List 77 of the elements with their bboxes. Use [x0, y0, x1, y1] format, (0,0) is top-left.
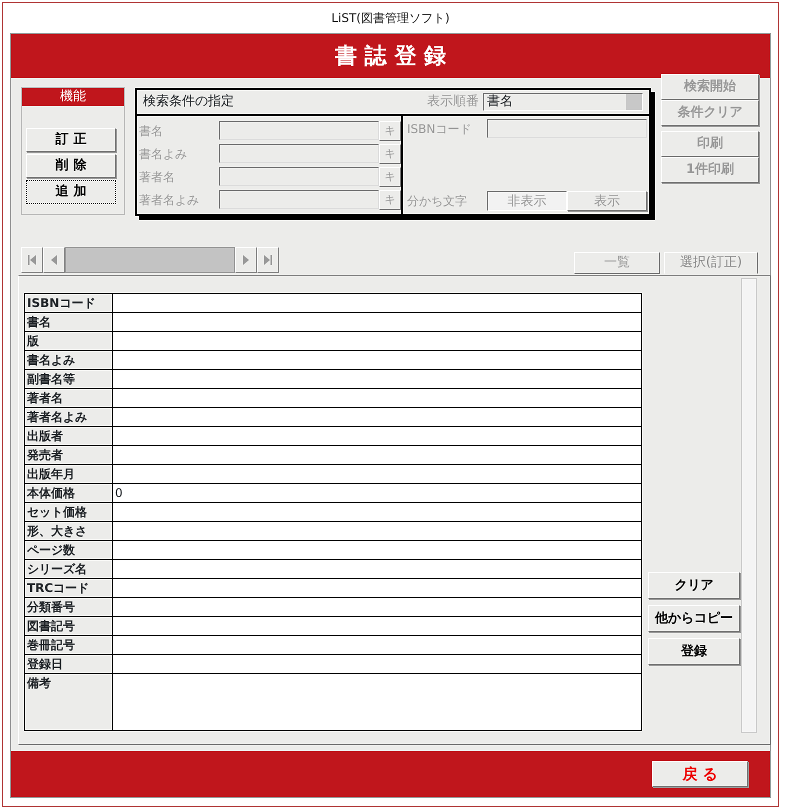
field-label: 本体価格: [24, 484, 112, 502]
action-button[interactable]: 登録: [648, 638, 740, 665]
field-label: 分かち文字: [407, 193, 468, 210]
field-label: 出版者: [24, 426, 112, 446]
field-label: ISBNコード: [407, 120, 472, 138]
window-title: LiST(図書管理ソフト): [330, 10, 451, 27]
first-record-icon: [27, 254, 37, 266]
nav-button[interactable]: [235, 247, 257, 273]
panel-title: 機能: [22, 88, 124, 106]
field-label: 発売者: [24, 446, 112, 464]
field-label: 著者名: [24, 388, 112, 408]
input-field[interactable]: [112, 654, 642, 674]
field-label: 著者名: [139, 168, 176, 186]
input-field[interactable]: [112, 540, 642, 560]
input-field[interactable]: [219, 190, 379, 209]
input-field[interactable]: [112, 560, 642, 578]
input-field[interactable]: [112, 502, 642, 522]
input-field[interactable]: [487, 119, 647, 138]
field-label: 副書名等: [24, 370, 112, 388]
field-label: 書名: [24, 312, 112, 332]
field-label: TRCコード: [24, 578, 112, 598]
input-field[interactable]: [112, 370, 642, 388]
last-record-icon: [263, 254, 273, 266]
action-button[interactable]: クリア: [648, 572, 740, 599]
input-field[interactable]: [112, 312, 642, 332]
field-label: 登録日: [24, 654, 112, 674]
field-label: 版: [24, 332, 112, 350]
panel-title: 検索条件の指定: [143, 93, 235, 112]
input-field[interactable]: [112, 294, 642, 312]
input-field[interactable]: [112, 578, 642, 598]
field-label: 書名よみ: [24, 350, 112, 370]
function-button[interactable]: 追 加: [26, 180, 116, 204]
field-label: ページ数: [24, 540, 112, 560]
form-title: 書 誌 登 録: [11, 34, 770, 78]
next-record-icon: [241, 254, 251, 266]
field-label: 図書記号: [24, 616, 112, 636]
input-field[interactable]: [112, 674, 642, 730]
field-label: 書名: [139, 122, 164, 140]
nav-button[interactable]: [21, 247, 43, 273]
sort-label: 表示順番: [427, 93, 479, 112]
nav-button[interactable]: [43, 247, 65, 273]
input-field[interactable]: [112, 636, 642, 654]
tab[interactable]: 一覧: [574, 252, 660, 274]
input-field[interactable]: [112, 522, 642, 540]
field-label: 備考: [24, 674, 112, 730]
input-field[interactable]: [112, 350, 642, 370]
field-label: 分類番号: [24, 598, 112, 616]
field-label: 巻冊記号: [24, 636, 112, 654]
field-label: 出版年月: [24, 464, 112, 484]
input-field[interactable]: 0: [112, 484, 642, 502]
back-button[interactable]: 戻 る: [652, 761, 748, 787]
nav-button[interactable]: [257, 247, 279, 273]
tab[interactable]: 選択(訂正): [664, 252, 758, 274]
scrollbar[interactable]: [65, 247, 235, 273]
scrollbar[interactable]: [741, 278, 757, 733]
field-label: 著者名よみ: [24, 408, 112, 426]
input-field[interactable]: [112, 408, 642, 426]
field-label: 著者名よみ: [139, 192, 200, 208]
field-label: セット価格: [24, 502, 112, 522]
input-field[interactable]: [112, 464, 642, 484]
field-label: ISBNコード: [24, 294, 112, 312]
field-label: 形、大きさ: [24, 522, 112, 540]
field-label: 書名よみ: [139, 146, 188, 162]
input-field[interactable]: [219, 167, 379, 186]
previous-record-icon: [49, 254, 59, 266]
input-field[interactable]: [112, 598, 642, 616]
input-field[interactable]: [112, 426, 642, 446]
input-field[interactable]: [219, 144, 379, 163]
input-field[interactable]: [112, 332, 642, 350]
input-field[interactable]: [112, 388, 642, 408]
input-field[interactable]: [112, 446, 642, 464]
action-button[interactable]: 他からコピー: [648, 605, 740, 632]
input-field[interactable]: [112, 616, 642, 636]
function-button[interactable]: 訂 正: [26, 128, 116, 152]
input-field[interactable]: [219, 121, 379, 140]
field-label: シリーズ名: [24, 560, 112, 578]
function-button[interactable]: 削 除: [26, 154, 116, 178]
